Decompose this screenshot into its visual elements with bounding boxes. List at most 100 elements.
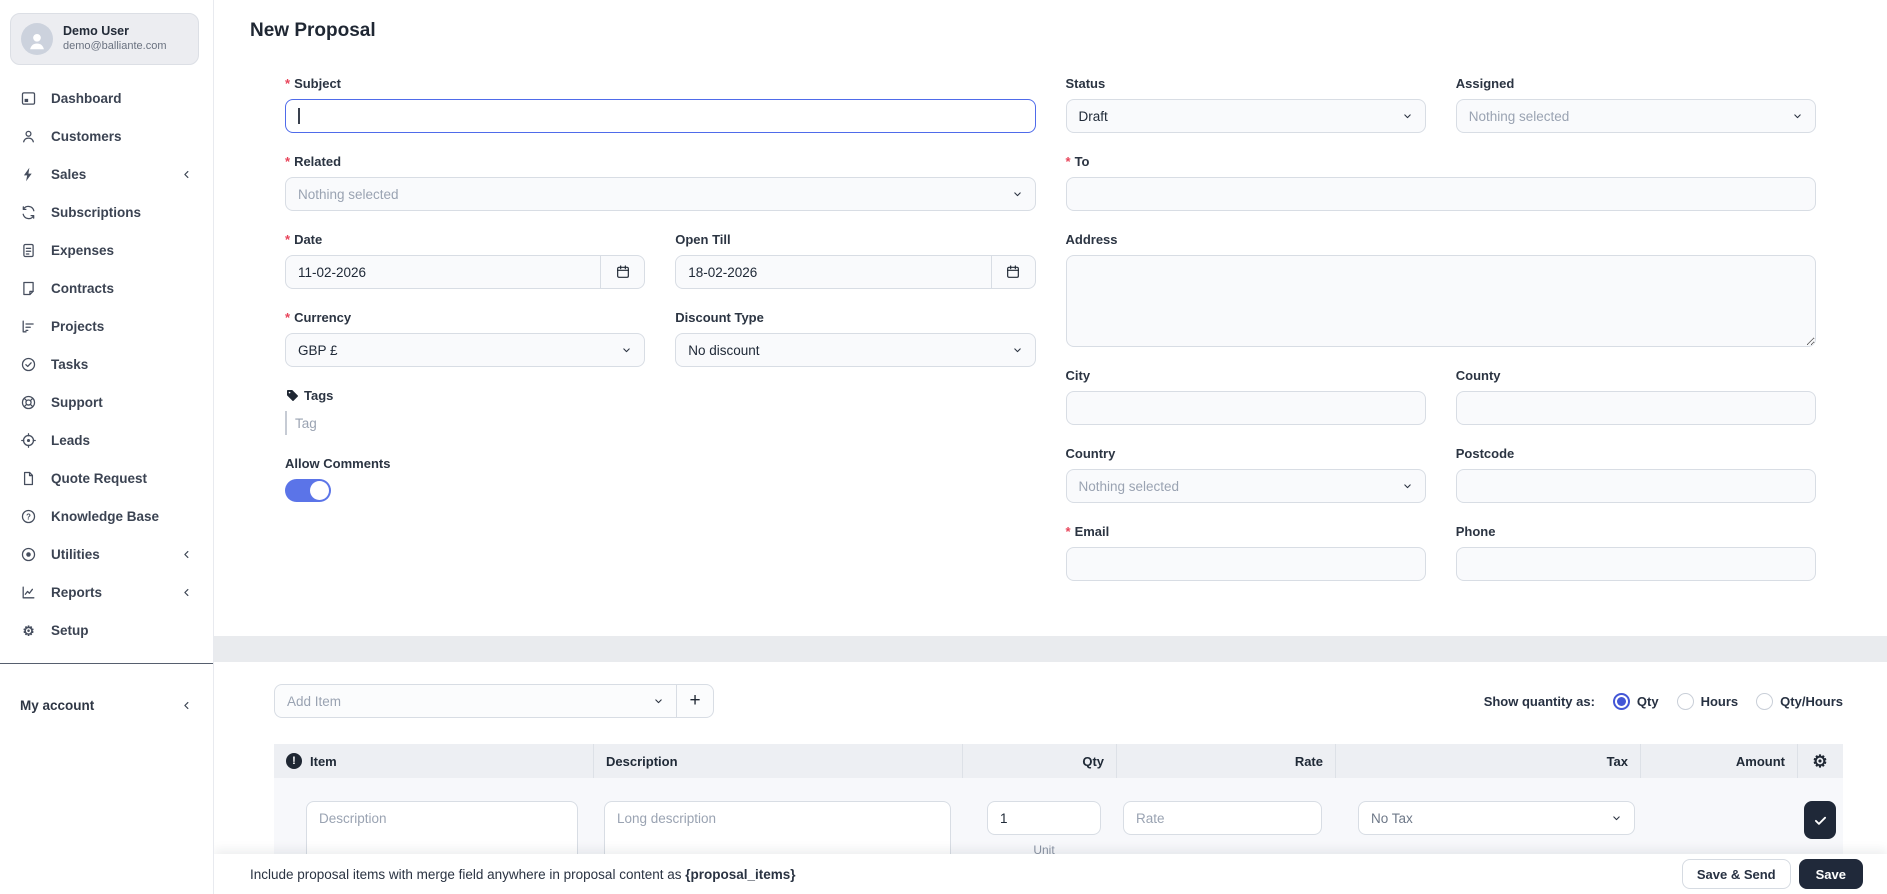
subject-input[interactable]	[285, 99, 1036, 133]
open-till-label: Open Till	[675, 232, 731, 247]
sidebar-item-projects[interactable]: Projects	[0, 307, 213, 345]
knowledge-base-icon	[20, 508, 37, 525]
discount-type-select[interactable]: No discount	[675, 333, 1036, 367]
add-item-button[interactable]	[676, 684, 714, 718]
my-account-item[interactable]: My account	[0, 686, 213, 724]
assigned-select[interactable]: Nothing selected	[1455, 99, 1816, 133]
chevron-down-icon	[1401, 110, 1414, 123]
address-textarea[interactable]	[1065, 255, 1816, 347]
sidebar-item-label: Contracts	[51, 280, 115, 296]
customers-icon	[20, 128, 37, 145]
tag-icon	[285, 388, 300, 403]
sidebar-item-label: Tasks	[51, 356, 89, 372]
postcode-input[interactable]	[1455, 469, 1816, 503]
show-quantity-as: Show quantity as: Qty Hours Qty/Hours	[1484, 692, 1843, 710]
status-select[interactable]: Draft	[1065, 99, 1426, 133]
user-card[interactable]: Demo User demo@balliante.com	[10, 13, 199, 65]
to-input[interactable]	[1065, 177, 1816, 211]
city-input[interactable]	[1065, 391, 1426, 425]
sidebar-item-contracts[interactable]: Contracts	[0, 269, 213, 307]
currency-select[interactable]: GBP £	[285, 333, 646, 367]
check-icon	[1812, 812, 1829, 829]
radio-label: Hours	[1700, 693, 1739, 709]
subscriptions-icon	[20, 204, 37, 221]
column-header-description: Description	[594, 744, 963, 778]
item-qty-input[interactable]	[987, 801, 1101, 835]
chevron-left-icon	[180, 586, 193, 599]
sidebar-item-leads[interactable]: Leads	[0, 421, 213, 459]
sidebar-item-quote-request[interactable]: Quote Request	[0, 459, 213, 497]
merge-field-note: Include proposal items with merge field …	[250, 866, 796, 882]
sidebar-item-tasks[interactable]: Tasks	[0, 345, 213, 383]
app-window: Demo User demo@balliante.com Dashboard C…	[0, 0, 1887, 894]
sidebar-item-subscriptions[interactable]: Subscriptions	[0, 193, 213, 231]
calendar-icon[interactable]	[600, 256, 644, 288]
phone-input[interactable]	[1455, 547, 1816, 581]
currency-label: * Currency	[285, 310, 352, 325]
table-settings-gear[interactable]: ⚙	[1798, 744, 1842, 778]
sidebar-item-dashboard[interactable]: Dashboard	[0, 79, 213, 117]
chevron-down-icon	[620, 344, 633, 357]
quantity-radio-qty-hours[interactable]: Qty/Hours	[1756, 692, 1843, 710]
sidebar-divider	[0, 663, 213, 664]
allow-comments-toggle[interactable]	[285, 479, 331, 502]
sidebar-item-support[interactable]: Support	[0, 383, 213, 421]
column-header-rate: Rate	[1117, 744, 1336, 778]
my-account-label: My account	[20, 697, 95, 713]
chevron-down-icon	[1791, 110, 1804, 123]
sidebar-item-expenses[interactable]: Expenses	[0, 231, 213, 269]
tags-label: Tags	[285, 388, 1036, 403]
email-label: * Email	[1065, 524, 1110, 539]
sidebar-item-customers[interactable]: Customers	[0, 117, 213, 155]
quote-request-icon	[20, 470, 37, 487]
warning-icon	[286, 753, 302, 769]
quantity-radio-qty[interactable]: Qty	[1612, 692, 1659, 710]
sidebar-item-label: Projects	[51, 318, 105, 334]
tasks-icon	[20, 356, 37, 373]
proposal-form: * Subject * Related Nothing selected * D…	[250, 58, 1851, 602]
sidebar-item-setup[interactable]: Setup	[0, 611, 213, 649]
phone-label: Phone	[1455, 524, 1496, 539]
sidebar-item-label: Support	[51, 394, 103, 410]
calendar-icon[interactable]	[990, 256, 1035, 288]
confirm-item-button[interactable]	[1804, 801, 1836, 839]
text-caret	[298, 108, 300, 124]
sidebar-item-knowledge-base[interactable]: Knowledge Base	[0, 497, 213, 535]
date-label: * Date	[285, 232, 323, 247]
sidebar-item-label: Knowledge Base	[51, 508, 160, 524]
contracts-icon	[20, 280, 37, 297]
country-label: Country	[1065, 446, 1116, 461]
radio-icon	[1676, 692, 1694, 710]
sidebar-item-reports[interactable]: Reports	[0, 573, 213, 611]
radio-icon	[1612, 692, 1630, 710]
sidebar-item-label: Leads	[51, 432, 91, 448]
open-till-input[interactable]	[676, 256, 991, 288]
county-label: County	[1455, 368, 1501, 383]
save-and-send-button[interactable]: Save & Send	[1681, 859, 1791, 889]
item-rate-input[interactable]	[1123, 801, 1322, 835]
sidebar-item-sales[interactable]: Sales	[0, 155, 213, 193]
add-item-control: Add Item	[274, 684, 714, 718]
save-button[interactable]: Save	[1798, 859, 1863, 889]
sidebar: Demo User demo@balliante.com Dashboard C…	[0, 0, 214, 894]
email-input[interactable]	[1065, 547, 1426, 581]
items-table-header: Item Description Qty Rate Tax	[274, 744, 1843, 778]
sidebar-item-utilities[interactable]: Utilities	[0, 535, 213, 573]
address-label: Address	[1065, 232, 1118, 247]
tags-input[interactable]	[285, 411, 425, 435]
chevron-left-icon	[180, 699, 193, 712]
radio-label: Qty	[1636, 693, 1659, 709]
related-select[interactable]: Nothing selected	[285, 177, 1036, 211]
sidebar-item-label: Subscriptions	[51, 204, 142, 220]
item-tax-select[interactable]: No Tax	[1358, 801, 1635, 835]
date-input[interactable]	[286, 256, 601, 288]
add-item-select[interactable]: Add Item	[274, 684, 676, 718]
column-header-tax: Tax	[1336, 744, 1641, 778]
merge-field-token: {proposal_items}	[685, 866, 796, 882]
sidebar-item-label: Expenses	[51, 242, 115, 258]
sidebar-item-label: Sales	[51, 166, 87, 182]
quantity-radio-hours[interactable]: Hours	[1676, 692, 1739, 710]
country-select[interactable]: Nothing selected	[1065, 469, 1426, 503]
discount-type-label: Discount Type	[675, 310, 764, 325]
county-input[interactable]	[1455, 391, 1816, 425]
